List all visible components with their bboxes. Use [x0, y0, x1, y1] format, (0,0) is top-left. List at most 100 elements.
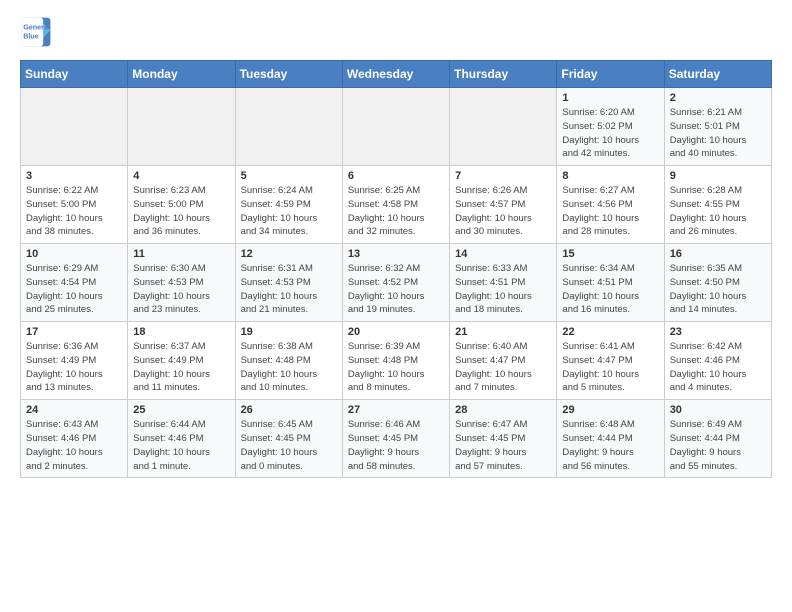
day-number: 2 [670, 92, 766, 104]
day-info: Sunrise: 6:40 AM Sunset: 4:47 PM Dayligh… [455, 340, 551, 395]
day-number: 5 [241, 170, 337, 182]
day-info: Sunrise: 6:31 AM Sunset: 4:53 PM Dayligh… [241, 262, 337, 317]
day-cell: 10 Sunrise: 6:29 AM Sunset: 4:54 PM Dayli… [21, 244, 128, 322]
day-info: Sunrise: 6:21 AM Sunset: 5:01 PM Dayligh… [670, 106, 766, 161]
day-number: 29 [562, 404, 658, 416]
week-row-1: 1 Sunrise: 6:20 AM Sunset: 5:02 PM Daylig… [21, 88, 772, 166]
day-info: Sunrise: 6:22 AM Sunset: 5:00 PM Dayligh… [26, 184, 122, 239]
day-info: Sunrise: 6:37 AM Sunset: 4:49 PM Dayligh… [133, 340, 229, 395]
day-info: Sunrise: 6:48 AM Sunset: 4:44 PM Dayligh… [562, 418, 658, 473]
svg-text:Blue: Blue [23, 31, 39, 40]
header: General Blue [20, 16, 772, 48]
day-number: 12 [241, 248, 337, 260]
day-cell: 5 Sunrise: 6:24 AM Sunset: 4:59 PM Daylig… [235, 166, 342, 244]
day-number: 30 [670, 404, 766, 416]
day-header-friday: Friday [557, 61, 664, 88]
day-header-wednesday: Wednesday [342, 61, 449, 88]
day-number: 28 [455, 404, 551, 416]
logo-icon: General Blue [20, 16, 52, 48]
day-number: 1 [562, 92, 658, 104]
day-number: 3 [26, 170, 122, 182]
day-cell: 14 Sunrise: 6:33 AM Sunset: 4:51 PM Dayli… [450, 244, 557, 322]
day-cell: 2 Sunrise: 6:21 AM Sunset: 5:01 PM Daylig… [664, 88, 771, 166]
day-cell: 16 Sunrise: 6:35 AM Sunset: 4:50 PM Dayli… [664, 244, 771, 322]
day-info: Sunrise: 6:49 AM Sunset: 4:44 PM Dayligh… [670, 418, 766, 473]
day-info: Sunrise: 6:36 AM Sunset: 4:49 PM Dayligh… [26, 340, 122, 395]
day-number: 22 [562, 326, 658, 338]
day-cell [128, 88, 235, 166]
day-info: Sunrise: 6:27 AM Sunset: 4:56 PM Dayligh… [562, 184, 658, 239]
day-cell: 28Sunrise: 6:47 AM Sunset: 4:45 PM Dayli… [450, 400, 557, 478]
svg-text:General: General [23, 23, 50, 32]
day-number: 7 [455, 170, 551, 182]
day-number: 9 [670, 170, 766, 182]
day-number: 4 [133, 170, 229, 182]
calendar-table: SundayMondayTuesdayWednesdayThursdayFrid… [20, 60, 772, 478]
day-cell: 25 Sunrise: 6:44 AM Sunset: 4:46 PM Dayli… [128, 400, 235, 478]
day-info: Sunrise: 6:43 AM Sunset: 4:46 PM Dayligh… [26, 418, 122, 473]
day-number: 24 [26, 404, 122, 416]
day-info: Sunrise: 6:25 AM Sunset: 4:58 PM Dayligh… [348, 184, 444, 239]
day-info: Sunrise: 6:44 AM Sunset: 4:46 PM Dayligh… [133, 418, 229, 473]
day-number: 27 [348, 404, 444, 416]
day-cell: 17Sunrise: 6:36 AM Sunset: 4:49 PM Dayli… [21, 322, 128, 400]
page-container: General Blue SundayMondayTuesdayWednesda… [0, 0, 792, 494]
day-cell: 21Sunrise: 6:40 AM Sunset: 4:47 PM Dayli… [450, 322, 557, 400]
day-info: Sunrise: 6:20 AM Sunset: 5:02 PM Dayligh… [562, 106, 658, 161]
day-cell: 30 Sunrise: 6:49 AM Sunset: 4:44 PM Dayli… [664, 400, 771, 478]
day-cell [342, 88, 449, 166]
day-number: 19 [241, 326, 337, 338]
day-cell: 9 Sunrise: 6:28 AM Sunset: 4:55 PM Daylig… [664, 166, 771, 244]
day-cell: 13 Sunrise: 6:32 AM Sunset: 4:52 PM Dayli… [342, 244, 449, 322]
day-info: Sunrise: 6:32 AM Sunset: 4:52 PM Dayligh… [348, 262, 444, 317]
day-header-thursday: Thursday [450, 61, 557, 88]
day-number: 16 [670, 248, 766, 260]
day-cell: 22 Sunrise: 6:41 AM Sunset: 4:47 PM Dayli… [557, 322, 664, 400]
day-cell: 12 Sunrise: 6:31 AM Sunset: 4:53 PM Dayli… [235, 244, 342, 322]
day-number: 8 [562, 170, 658, 182]
day-cell: 4 Sunrise: 6:23 AM Sunset: 5:00 PM Daylig… [128, 166, 235, 244]
day-cell: 26Sunrise: 6:45 AM Sunset: 4:45 PM Dayli… [235, 400, 342, 478]
day-number: 25 [133, 404, 229, 416]
day-info: Sunrise: 6:24 AM Sunset: 4:59 PM Dayligh… [241, 184, 337, 239]
day-number: 26 [241, 404, 337, 416]
day-cell: 18 Sunrise: 6:37 AM Sunset: 4:49 PM Dayli… [128, 322, 235, 400]
day-number: 23 [670, 326, 766, 338]
day-number: 15 [562, 248, 658, 260]
logo: General Blue [20, 16, 52, 48]
day-cell [235, 88, 342, 166]
day-info: Sunrise: 6:29 AM Sunset: 4:54 PM Dayligh… [26, 262, 122, 317]
day-cell: 20Sunrise: 6:39 AM Sunset: 4:48 PM Dayli… [342, 322, 449, 400]
week-row-5: 24 Sunrise: 6:43 AM Sunset: 4:46 PM Dayli… [21, 400, 772, 478]
day-number: 10 [26, 248, 122, 260]
day-header-tuesday: Tuesday [235, 61, 342, 88]
day-info: Sunrise: 6:35 AM Sunset: 4:50 PM Dayligh… [670, 262, 766, 317]
calendar-body: 1 Sunrise: 6:20 AM Sunset: 5:02 PM Daylig… [21, 88, 772, 478]
day-number: 13 [348, 248, 444, 260]
day-header-sunday: Sunday [21, 61, 128, 88]
day-cell: 19Sunrise: 6:38 AM Sunset: 4:48 PM Dayli… [235, 322, 342, 400]
day-info: Sunrise: 6:39 AM Sunset: 4:48 PM Dayligh… [348, 340, 444, 395]
calendar-header: SundayMondayTuesdayWednesdayThursdayFrid… [21, 61, 772, 88]
day-number: 14 [455, 248, 551, 260]
day-cell: 6Sunrise: 6:25 AM Sunset: 4:58 PM Daylig… [342, 166, 449, 244]
day-cell: 24 Sunrise: 6:43 AM Sunset: 4:46 PM Dayli… [21, 400, 128, 478]
day-cell: 7Sunrise: 6:26 AM Sunset: 4:57 PM Daylig… [450, 166, 557, 244]
day-cell: 1 Sunrise: 6:20 AM Sunset: 5:02 PM Daylig… [557, 88, 664, 166]
day-info: Sunrise: 6:46 AM Sunset: 4:45 PM Dayligh… [348, 418, 444, 473]
day-info: Sunrise: 6:28 AM Sunset: 4:55 PM Dayligh… [670, 184, 766, 239]
day-cell: 3 Sunrise: 6:22 AM Sunset: 5:00 PM Daylig… [21, 166, 128, 244]
week-row-3: 10 Sunrise: 6:29 AM Sunset: 4:54 PM Dayli… [21, 244, 772, 322]
day-header-saturday: Saturday [664, 61, 771, 88]
day-info: Sunrise: 6:33 AM Sunset: 4:51 PM Dayligh… [455, 262, 551, 317]
day-cell [450, 88, 557, 166]
day-cell: 23Sunrise: 6:42 AM Sunset: 4:46 PM Dayli… [664, 322, 771, 400]
day-number: 18 [133, 326, 229, 338]
day-info: Sunrise: 6:23 AM Sunset: 5:00 PM Dayligh… [133, 184, 229, 239]
day-info: Sunrise: 6:41 AM Sunset: 4:47 PM Dayligh… [562, 340, 658, 395]
day-cell [21, 88, 128, 166]
day-cell: 27 Sunrise: 6:46 AM Sunset: 4:45 PM Dayli… [342, 400, 449, 478]
day-number: 11 [133, 248, 229, 260]
day-info: Sunrise: 6:34 AM Sunset: 4:51 PM Dayligh… [562, 262, 658, 317]
day-cell: 29 Sunrise: 6:48 AM Sunset: 4:44 PM Dayli… [557, 400, 664, 478]
